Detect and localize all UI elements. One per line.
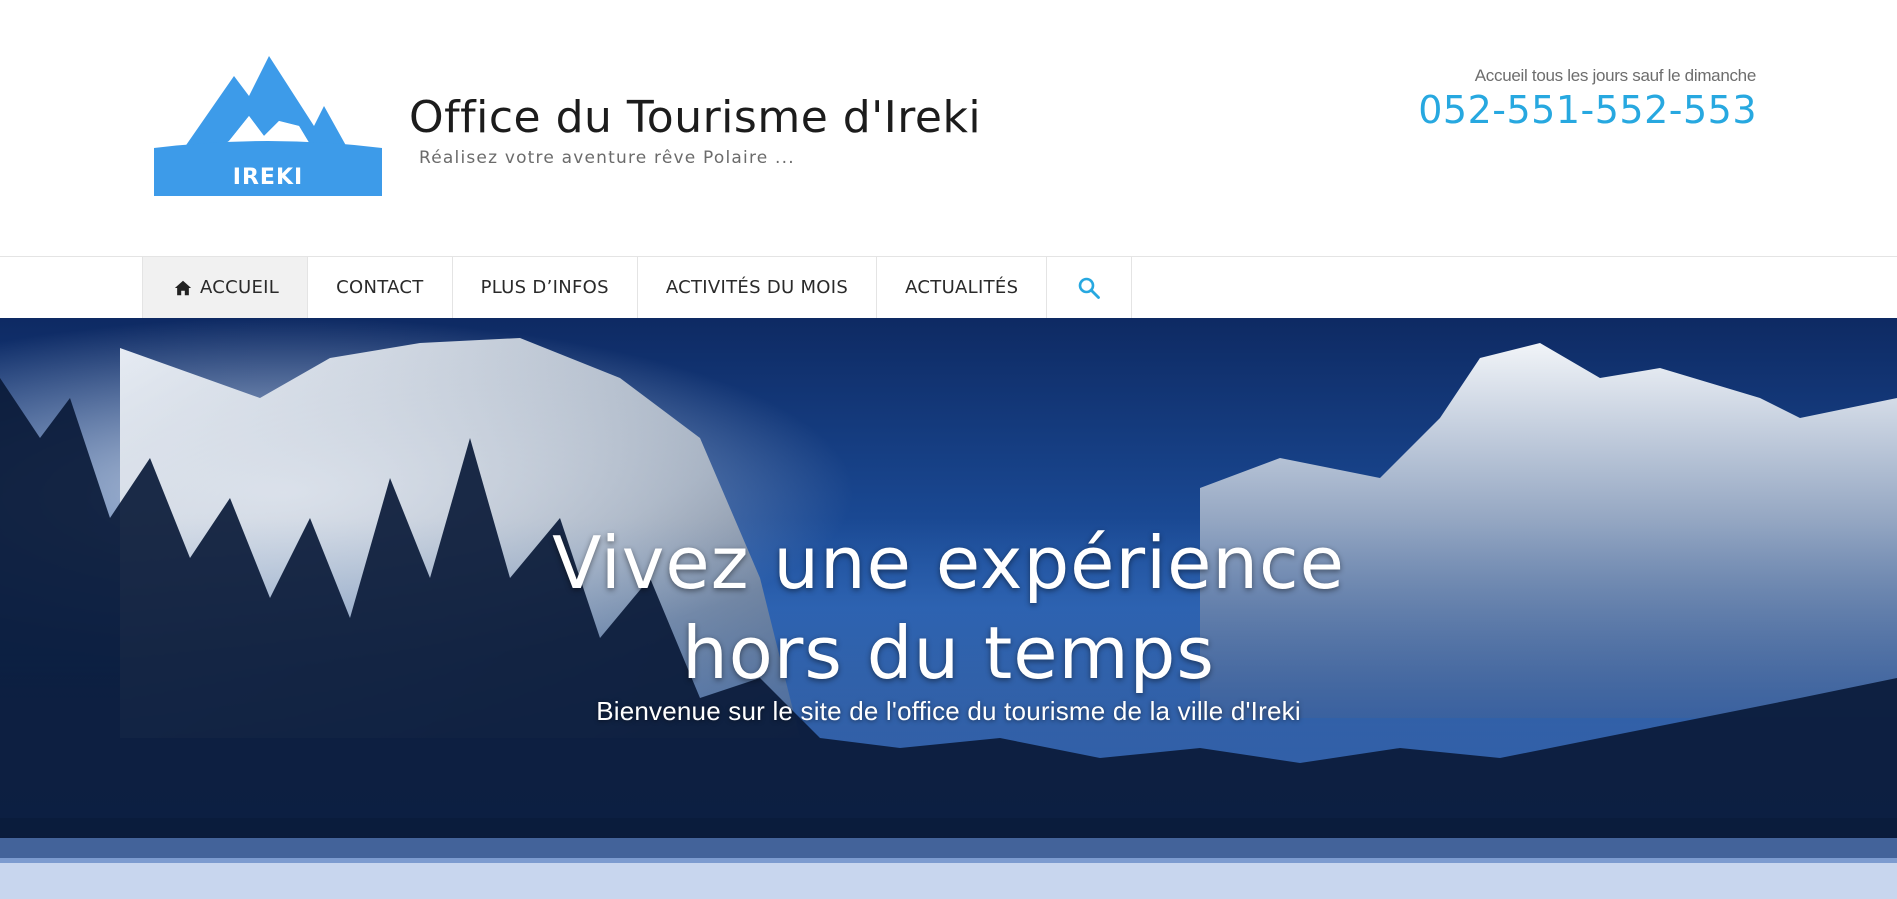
site-tagline: Réalisez votre aventure rêve Polaire ... — [419, 148, 795, 168]
hero-heading: Vivez une expérience hors du temps — [0, 518, 1897, 698]
ireki-logo-mountain-icon: IREKI — [154, 56, 382, 196]
hero-banner: Vivez une expérience hors du temps Bienv… — [0, 318, 1897, 899]
hero-subtitle: Bienvenue sur le site de l'office du tou… — [596, 696, 1301, 726]
nav-item-contact[interactable]: Contact — [308, 257, 453, 318]
nav-item-plus-infos[interactable]: Plus d’infos — [453, 257, 638, 318]
opening-hours: Accueil tous les jours sauf le dimanche — [1474, 66, 1757, 85]
nav-item-label: Actualités — [905, 277, 1019, 298]
nav-search-button[interactable] — [1047, 257, 1133, 318]
nav-menu: Accueil Contact Plus d’infos Activités d… — [142, 257, 1133, 318]
nav-item-activites-du-mois[interactable]: Activités du mois — [638, 257, 878, 318]
nav-item-accueil[interactable]: Accueil — [142, 257, 309, 318]
home-icon — [174, 280, 192, 295]
site-title[interactable]: Office du Tourisme d'Ireki — [409, 90, 981, 146]
svg-text:IREKI: IREKI — [233, 165, 303, 190]
nav-item-label: Activités du mois — [665, 277, 849, 298]
nav-item-label: Plus d’infos — [480, 277, 609, 298]
hero-heading-line2: hors du temps — [682, 611, 1215, 695]
nav-item-label: Contact — [336, 277, 424, 298]
hero-heading-line1: Vivez une expérience — [552, 521, 1345, 605]
nav-item-actualites[interactable]: Actualités — [877, 257, 1048, 318]
phone-number-link[interactable]: 052-551-552-553 — [1418, 88, 1757, 132]
site-header: IREKI Office du Tourisme d'Ireki Réalise… — [0, 0, 1897, 256]
search-icon — [1078, 277, 1101, 299]
nav-item-label: Accueil — [200, 277, 280, 298]
main-navigation: Accueil Contact Plus d’infos Activités d… — [0, 256, 1897, 318]
site-logo[interactable]: IREKI — [154, 56, 382, 200]
